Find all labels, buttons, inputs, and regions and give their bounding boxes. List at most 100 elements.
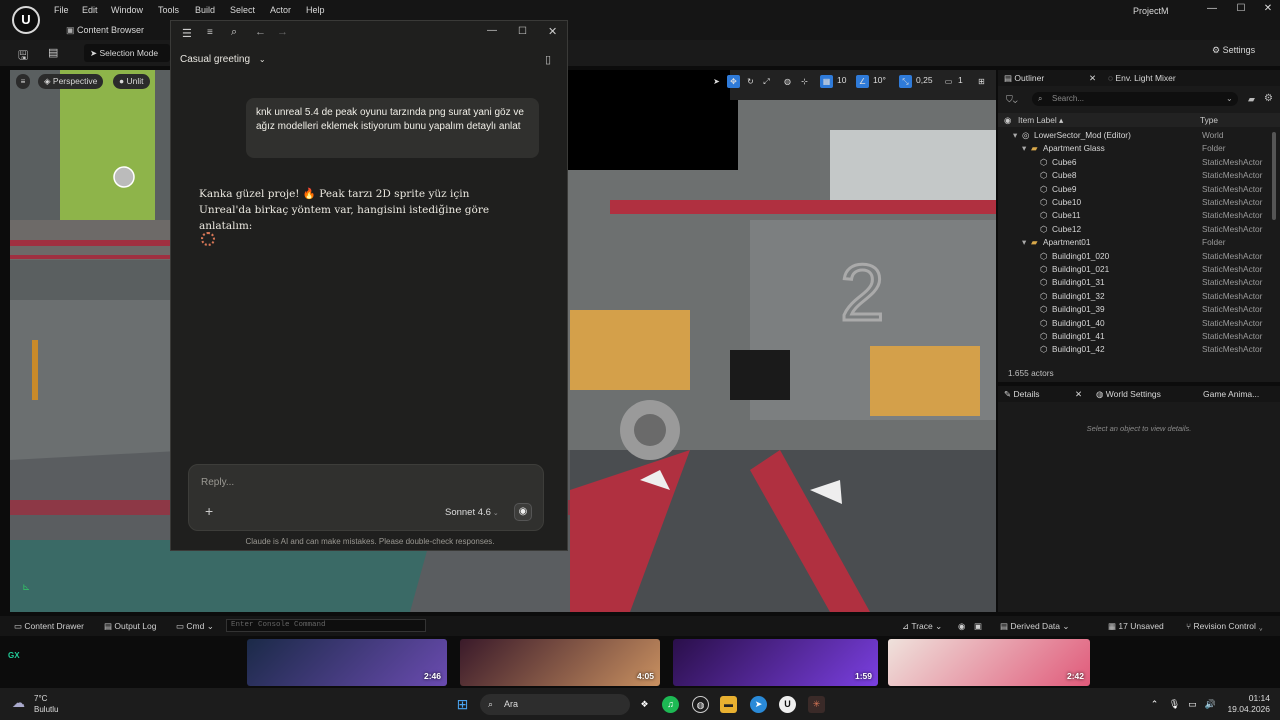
unreal-logo-icon[interactable]: U bbox=[12, 6, 40, 34]
tab-content-browser[interactable]: ▣ Content Browser bbox=[56, 20, 154, 40]
rotation-snap-icon[interactable]: ∠ bbox=[856, 75, 869, 88]
outliner-row[interactable]: ⬡ Cube9 StaticMeshActor bbox=[998, 183, 1280, 196]
outliner-row[interactable]: ⬡ Cube8 StaticMeshActor bbox=[998, 169, 1280, 182]
tab-close-icon[interactable]: ✕ bbox=[1089, 73, 1096, 84]
grid-snap-value[interactable]: 10 bbox=[837, 75, 846, 85]
outliner-row[interactable]: ▾ ▰ Apartment Glass Folder bbox=[998, 142, 1280, 155]
scale-snap-value[interactable]: 0,25 bbox=[916, 75, 933, 85]
col-type[interactable]: Type bbox=[1200, 113, 1218, 127]
expand-arrow-icon[interactable]: ▾ bbox=[1022, 236, 1026, 249]
outliner-row[interactable]: ⬡ Building01_42 StaticMeshActor bbox=[998, 343, 1280, 356]
surface-snap-icon[interactable]: ⊹ bbox=[798, 75, 811, 88]
voice-mode-icon[interactable]: ◉ bbox=[514, 503, 532, 521]
menu-select[interactable]: Select bbox=[230, 5, 255, 15]
menu-window[interactable]: Window bbox=[111, 5, 143, 15]
model-selector[interactable]: Sonnet 4.6 ⌄ bbox=[445, 507, 499, 518]
claude-minimize-icon[interactable]: — bbox=[487, 25, 497, 36]
menu-build[interactable]: Build bbox=[195, 5, 215, 15]
telegram-icon[interactable]: ➤ bbox=[750, 696, 767, 713]
weather-icon[interactable]: ☁ bbox=[12, 695, 25, 711]
add-folder-icon[interactable]: ▰ bbox=[1248, 94, 1255, 105]
outliner-row[interactable]: ▾ ▰ Apartment01 Folder bbox=[998, 236, 1280, 249]
unlit-button[interactable]: ● Unlit bbox=[113, 74, 150, 89]
outliner-row[interactable]: ⬡ Building01_020 StaticMeshActor bbox=[998, 250, 1280, 263]
outliner-row[interactable]: ⬡ Building01_32 StaticMeshActor bbox=[998, 290, 1280, 303]
hamburger-icon[interactable]: ☰ bbox=[182, 27, 192, 40]
browser-icon[interactable]: ◍ bbox=[692, 696, 709, 713]
network-icon[interactable]: ▭ bbox=[1184, 696, 1201, 713]
claude-close-icon[interactable]: ✕ bbox=[548, 25, 557, 38]
console-command-input[interactable]: Enter Console Command bbox=[226, 619, 426, 632]
outliner-row[interactable]: ⬡ Cube11 StaticMeshActor bbox=[998, 209, 1280, 222]
outliner-row[interactable]: ⬡ Building01_39 StaticMeshActor bbox=[998, 303, 1280, 316]
selection-mode-dropdown[interactable]: ➤ Selection Mode bbox=[84, 44, 170, 62]
spotify-icon[interactable]: ♫ bbox=[662, 696, 679, 713]
search-icon[interactable]: ⌕ bbox=[231, 26, 237, 39]
expand-arrow-icon[interactable]: ▾ bbox=[1013, 129, 1017, 142]
video-thumbnail-4[interactable]: 2:42 bbox=[888, 639, 1090, 686]
filter-icon[interactable]: ⛉⌄ bbox=[1006, 94, 1018, 105]
scale-tool-icon[interactable]: ⤢ bbox=[760, 75, 773, 88]
outliner-row[interactable]: ⬡ Cube6 StaticMeshActor bbox=[998, 156, 1280, 169]
outliner-settings-icon[interactable]: ⚙ bbox=[1264, 93, 1273, 104]
add-attachment-icon[interactable]: + bbox=[205, 503, 213, 519]
save-icon[interactable]: 🖫 bbox=[18, 46, 28, 67]
taskbar-clock[interactable]: 01:14 19.04.2026 bbox=[1220, 693, 1270, 715]
camera-speed-icon[interactable]: ▭ bbox=[942, 75, 955, 88]
outliner-scrollbar[interactable] bbox=[1272, 132, 1276, 220]
world-space-icon[interactable]: ◍ bbox=[781, 75, 794, 88]
rotate-tool-icon[interactable]: ↻ bbox=[744, 75, 757, 88]
rotation-snap-value[interactable]: 10° bbox=[873, 75, 886, 85]
trace-button[interactable]: ⊿ Trace ⌄ bbox=[902, 621, 942, 632]
tab-world-settings[interactable]: ◍ World Settings bbox=[1096, 389, 1161, 400]
unsaved-button[interactable]: ▦ 17 Unsaved bbox=[1108, 621, 1164, 632]
select-tool-icon[interactable]: ➤ bbox=[710, 75, 723, 88]
tab-details[interactable]: ✎ Details bbox=[1004, 389, 1039, 400]
content-icon[interactable]: ▤ bbox=[48, 46, 58, 59]
tray-chevron-icon[interactable]: ⌃ bbox=[1146, 696, 1163, 713]
perspective-button[interactable]: ◈ Perspective bbox=[38, 74, 104, 89]
conversation-title-dropdown[interactable]: Casual greeting ⌄ bbox=[180, 54, 266, 65]
viewport-menu-icon[interactable]: ≡ bbox=[16, 74, 30, 89]
expand-arrow-icon[interactable]: ▾ bbox=[1022, 142, 1026, 155]
video-thumbnail-3[interactable]: 1:59 bbox=[673, 639, 878, 686]
volume-icon[interactable]: 🔊 bbox=[1202, 696, 1219, 713]
menu-edit[interactable]: Edit bbox=[82, 5, 98, 15]
video-thumbnail-1[interactable]: 2:46 bbox=[247, 639, 447, 686]
outliner-search-input[interactable]: ⌕ Search... ⌄ bbox=[1032, 92, 1238, 106]
cmd-dropdown[interactable]: ▭ Cmd ⌄ bbox=[176, 621, 214, 632]
viewport-layout-icon[interactable]: ⊞ bbox=[975, 75, 988, 88]
unreal-taskbar-icon[interactable]: U bbox=[779, 696, 796, 713]
close-icon[interactable]: ✕ bbox=[1258, 3, 1278, 17]
tab-game-animation[interactable]: Game Anima... bbox=[1203, 389, 1259, 399]
claude-taskbar-icon[interactable]: ✳ bbox=[808, 696, 825, 713]
reply-input[interactable] bbox=[201, 477, 501, 488]
forward-arrow-icon[interactable]: → bbox=[277, 26, 288, 38]
microphone-icon[interactable]: 🎙 bbox=[1166, 696, 1183, 713]
weather-widget[interactable]: 7°C Bulutlu bbox=[34, 693, 58, 715]
scale-snap-icon[interactable]: ⤡ bbox=[899, 75, 912, 88]
video-thumbnail-2[interactable]: 4:05 bbox=[460, 639, 660, 686]
menu-file[interactable]: File bbox=[54, 5, 69, 15]
derived-data-button[interactable]: ▤ Derived Data ⌄ bbox=[1000, 621, 1070, 632]
revision-control-button[interactable]: ⑂ Revision Control ⌄ bbox=[1186, 621, 1263, 631]
outliner-row[interactable]: ⬡ Cube10 StaticMeshActor bbox=[998, 196, 1280, 209]
content-drawer-button[interactable]: ▭ Content Drawer bbox=[14, 621, 84, 632]
camera-speed-value[interactable]: 1 bbox=[958, 75, 963, 85]
claude-maximize-icon[interactable]: ☐ bbox=[518, 26, 527, 37]
tab-outliner[interactable]: ▤ Outliner bbox=[1004, 73, 1044, 84]
translate-tool-icon[interactable]: ✥ bbox=[727, 75, 740, 88]
outliner-row[interactable]: ⬡ Building01_021 StaticMeshActor bbox=[998, 263, 1280, 276]
file-explorer-icon[interactable]: ▬ bbox=[720, 696, 737, 713]
grid-snap-icon[interactable]: ▦ bbox=[820, 75, 833, 88]
back-arrow-icon[interactable]: ← bbox=[255, 26, 266, 38]
outliner-row[interactable]: ⬡ Building01_40 StaticMeshActor bbox=[998, 317, 1280, 330]
outliner-row[interactable]: ▾ ◎ LowerSector_Mod (Editor) World bbox=[998, 129, 1280, 142]
output-log-button[interactable]: ▤ Output Log bbox=[104, 621, 156, 632]
sidebar-icon[interactable]: ≡ bbox=[207, 27, 213, 38]
settings-button[interactable]: ⚙ Settings bbox=[1212, 45, 1255, 56]
document-icon[interactable]: ▯ bbox=[545, 53, 551, 66]
menu-actor[interactable]: Actor bbox=[270, 5, 291, 15]
task-view-icon[interactable]: ❖ bbox=[636, 696, 653, 713]
outliner-row[interactable]: ⬡ Cube12 StaticMeshActor bbox=[998, 223, 1280, 236]
